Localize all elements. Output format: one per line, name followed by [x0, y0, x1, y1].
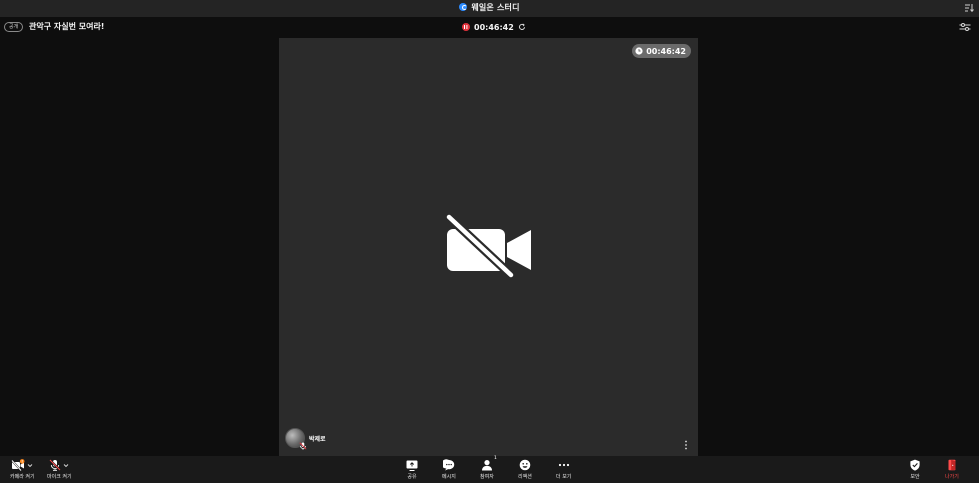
shield-icon: [910, 459, 920, 471]
more-label: 더 보기: [556, 474, 572, 480]
reaction-label: 리액션: [518, 474, 532, 480]
security-label: 보안: [910, 474, 920, 480]
mic-label: 마이크 켜기: [47, 474, 72, 480]
mic-off-icon: [299, 442, 307, 450]
sort-icon[interactable]: [964, 3, 974, 13]
video-off-icon: [445, 213, 531, 279]
participants-button[interactable]: 1 참여자: [480, 456, 497, 480]
camera-button[interactable]: ! 카메라 켜기: [10, 458, 35, 480]
whale-icon: [459, 3, 468, 11]
screen-share-icon: [406, 460, 418, 471]
chevron-down-icon[interactable]: [27, 463, 33, 468]
window-title: 웨일온 스터디: [0, 2, 979, 13]
meeting-toolbar: ! 카메라 켜기 마이크 켜기 공유 메시지 1 참여자 리액션 더 보기 보안…: [0, 456, 979, 483]
smile-icon: [519, 459, 531, 471]
mic-off-icon: [49, 459, 62, 471]
participant-label: 박제로: [285, 428, 326, 450]
avatar: [285, 428, 307, 450]
more-button[interactable]: 더 보기: [556, 458, 571, 480]
video-tile[interactable]: 00:46:42 박제로: [279, 38, 698, 456]
share-label: 공유: [407, 474, 417, 480]
reaction-button[interactable]: 리액션: [518, 458, 532, 480]
recording-time: 00:46:42: [474, 22, 514, 32]
chevron-down-icon[interactable]: [63, 463, 69, 468]
window-title-bar: 웨일온 스터디: [0, 0, 979, 17]
security-button[interactable]: 보안: [909, 458, 921, 480]
share-button[interactable]: 공유: [406, 458, 418, 480]
message-label: 메시지: [442, 474, 456, 480]
refresh-icon[interactable]: [518, 23, 526, 31]
chat-icon: [442, 459, 455, 471]
meeting-info-bar: 공개 관악구 자실번 모여라! 00:46:42: [0, 17, 979, 37]
mic-button[interactable]: 마이크 켜기: [47, 458, 72, 480]
room-title: 관악구 자실번 모여라!: [29, 22, 105, 31]
visibility-badge: 공개: [4, 22, 24, 32]
participants-label: 참여자: [480, 474, 494, 480]
window-title-text: 웨일온 스터디: [471, 3, 520, 12]
message-button[interactable]: 메시지: [442, 458, 456, 480]
camera-off-icon: !: [11, 459, 25, 471]
recording-status: 00:46:42: [462, 21, 526, 33]
more-horizontal-icon: [558, 463, 569, 467]
pause-recording-icon[interactable]: [462, 23, 470, 31]
clock-icon: [635, 47, 643, 55]
more-vertical-icon[interactable]: [684, 440, 688, 450]
participant-name: 박제로: [309, 435, 326, 443]
camera-label: 카메라 켜기: [10, 474, 35, 480]
sliders-icon[interactable]: [959, 22, 971, 32]
exit-icon: [948, 459, 956, 471]
participants-count: 1: [494, 456, 497, 461]
session-timer: 00:46:42: [632, 44, 691, 58]
leave-button[interactable]: 나가기: [945, 458, 959, 480]
leave-label: 나가기: [945, 474, 959, 480]
person-icon: [481, 460, 492, 471]
session-timer-text: 00:46:42: [646, 46, 686, 56]
